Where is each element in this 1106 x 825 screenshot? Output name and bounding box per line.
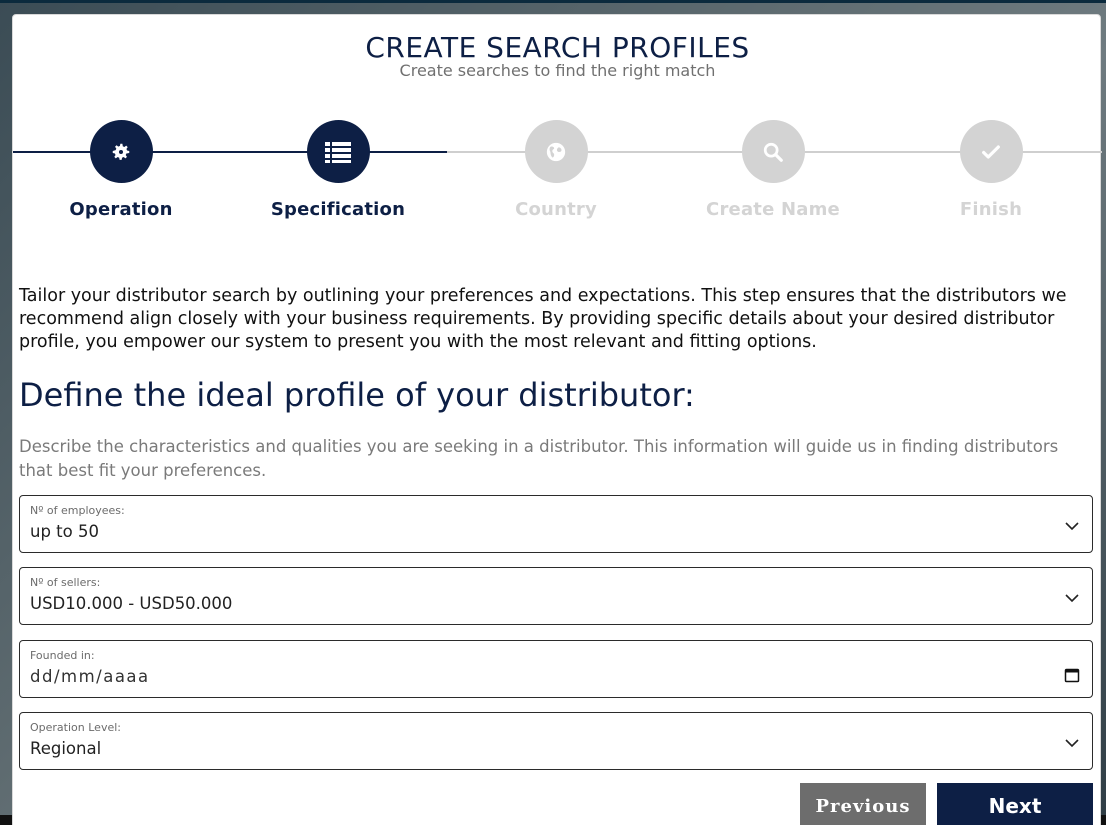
employees-label: Nº of employees: [30, 504, 125, 517]
step-label: Operation [69, 199, 173, 220]
step-circle [524, 120, 588, 183]
sellers-label: Nº of sellers: [30, 576, 101, 589]
intro-text: Tailor your distributor search by outlin… [19, 286, 1067, 352]
search-icon [763, 142, 783, 162]
step-circle [741, 120, 805, 183]
wizard-card: CREATE SEARCH PROFILES Create searches t… [12, 14, 1102, 825]
employees-select[interactable]: Nº of employees: up to 50 [19, 495, 1093, 553]
calendar-icon[interactable] [1064, 667, 1080, 683]
founded-date-input[interactable]: Founded in: dd/mm/aaaa [19, 640, 1093, 698]
operation-level-select[interactable]: Operation Level: Regional [19, 712, 1093, 770]
sellers-value: USD10.000 - USD50.000 [30, 594, 233, 613]
step-circle [306, 120, 370, 183]
page-subtitle: Create searches to find the right match [399, 61, 716, 80]
gear-icon [112, 143, 130, 160]
chevron-down-icon [1065, 594, 1079, 603]
employees-value: up to 50 [30, 522, 99, 541]
step-country[interactable]: Country [456, 120, 656, 220]
step-label: Create Name [706, 199, 840, 220]
step-label: Finish [959, 199, 1023, 220]
next-button[interactable]: Next [937, 783, 1093, 825]
step-circle [959, 120, 1023, 183]
page-title: CREATE SEARCH PROFILES [365, 31, 750, 64]
step-label: Specification [270, 199, 406, 220]
sellers-select[interactable]: Nº of sellers: USD10.000 - USD50.000 [19, 567, 1093, 625]
list-icon [325, 141, 351, 163]
founded-label: Founded in: [30, 649, 95, 662]
step-specification[interactable]: Specification [238, 120, 438, 220]
operation-level-label: Operation Level: [30, 721, 121, 734]
founded-placeholder: dd/mm/aaaa [30, 667, 150, 686]
step-operation[interactable]: Operation [21, 120, 221, 220]
operation-level-value: Regional [30, 739, 102, 758]
step-create-name[interactable]: Create Name [673, 120, 873, 220]
step-circle [89, 120, 153, 183]
step-finish[interactable]: Finish [891, 120, 1091, 220]
step-label: Country [515, 199, 597, 220]
chevron-down-icon [1065, 739, 1079, 748]
top-bar [0, 0, 1106, 3]
check-icon [982, 144, 1000, 159]
section-description: Describe the characteristics and qualiti… [19, 437, 1059, 480]
globe-icon [546, 142, 566, 161]
section-heading: Define the ideal profile of your distrib… [19, 376, 695, 414]
chevron-down-icon [1065, 522, 1079, 531]
previous-button[interactable]: Previous [800, 783, 926, 825]
